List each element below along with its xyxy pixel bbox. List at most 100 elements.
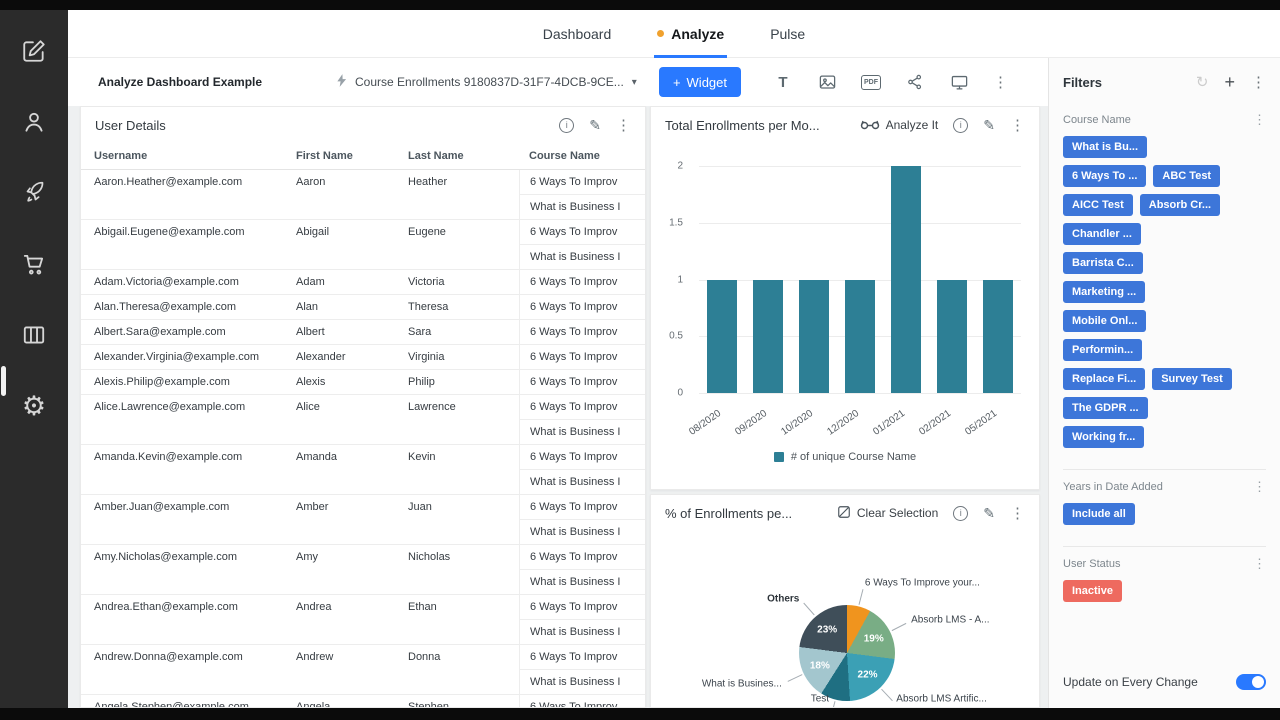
- gear-icon[interactable]: ⚙: [19, 391, 49, 421]
- course-entry: What is Business I: [520, 469, 645, 494]
- text-widget-icon[interactable]: T: [773, 72, 793, 92]
- bar[interactable]: [799, 280, 829, 394]
- bar-y-axis: 00.511.52: [651, 166, 693, 393]
- more-icon[interactable]: ⋮: [1253, 557, 1266, 570]
- tab-pulse[interactable]: Pulse: [770, 10, 805, 57]
- table-row[interactable]: Alan.Theresa@example.comAlanTheresa6 Way…: [81, 295, 645, 320]
- filter-chip[interactable]: Barrista C...: [1063, 252, 1143, 274]
- more-icon[interactable]: ⋮: [1251, 75, 1266, 90]
- image-widget-icon[interactable]: [817, 72, 837, 92]
- clear-selection-button[interactable]: Clear Selection: [837, 505, 938, 522]
- widget-title: User Details: [95, 118, 166, 133]
- compose-icon[interactable]: [19, 36, 49, 66]
- y-tick-label: 1: [651, 274, 683, 285]
- filter-chip[interactable]: The GDPR ...: [1063, 397, 1148, 419]
- table-row[interactable]: Andrea.Ethan@example.comAndreaEthan6 Way…: [81, 595, 645, 645]
- filters-header: Filters ↻ + ⋮: [1049, 58, 1280, 103]
- col-first-name[interactable]: First Name: [296, 150, 408, 162]
- filter-chip-row: The GDPR ...: [1063, 397, 1266, 419]
- bar[interactable]: [891, 166, 921, 393]
- cell-course-name: 6 Ways To Improv: [519, 320, 645, 344]
- filter-section-header: Years in Date Added⋮: [1063, 480, 1266, 493]
- filter-chip[interactable]: Survey Test: [1152, 368, 1232, 390]
- filter-chip[interactable]: Chandler ...: [1063, 223, 1141, 245]
- filter-chip[interactable]: Inactive: [1063, 580, 1122, 602]
- filter-chip[interactable]: ABC Test: [1153, 165, 1220, 187]
- update-toggle[interactable]: [1236, 674, 1266, 690]
- col-last-name[interactable]: Last Name: [408, 150, 519, 162]
- widget-header: User Details i ✎ ⋮: [81, 107, 645, 143]
- add-filter-icon[interactable]: +: [1224, 73, 1235, 91]
- dataset-selector[interactable]: Course Enrollments 9180837D-31F7-4DCB-9C…: [336, 73, 637, 91]
- filter-chip[interactable]: Absorb Cr...: [1140, 194, 1220, 216]
- add-widget-button[interactable]: + Widget: [659, 67, 741, 97]
- bar[interactable]: [707, 280, 737, 394]
- col-course-name[interactable]: Course Name: [519, 150, 645, 162]
- more-icon[interactable]: ⋮: [1010, 118, 1025, 133]
- analyze-it-button[interactable]: Analyze It: [860, 118, 939, 133]
- dashboard-toolbar: Analyze Dashboard Example Course Enrollm…: [68, 58, 1048, 106]
- filter-chip[interactable]: Replace Fi...: [1063, 368, 1145, 390]
- table-row[interactable]: Abigail.Eugene@example.comAbigailEugene6…: [81, 220, 645, 270]
- filter-chip[interactable]: 6 Ways To ...: [1063, 165, 1146, 187]
- more-icon[interactable]: ⋮: [1253, 480, 1266, 493]
- cell-username: Aaron.Heather@example.com: [81, 170, 296, 219]
- cell-course-name: 6 Ways To Improv: [519, 270, 645, 294]
- table-row[interactable]: Adam.Victoria@example.comAdamVictoria6 W…: [81, 270, 645, 295]
- bar[interactable]: [937, 280, 967, 394]
- edit-icon[interactable]: ✎: [983, 117, 995, 134]
- edit-icon[interactable]: ✎: [983, 505, 995, 522]
- filters-panel: Filters ↻ + ⋮ Course Name⋮What is Bu...6…: [1048, 58, 1280, 708]
- more-icon[interactable]: ⋮: [1253, 113, 1266, 126]
- cell-course-name: 6 Ways To ImprovWhat is Business I: [519, 595, 645, 644]
- table-row[interactable]: Amy.Nicholas@example.comAmyNicholas6 Way…: [81, 545, 645, 595]
- filter-chip[interactable]: AICC Test: [1063, 194, 1133, 216]
- share-icon[interactable]: [905, 72, 925, 92]
- filter-chip[interactable]: Mobile Onl...: [1063, 310, 1146, 332]
- filter-chip-row: Chandler ...: [1063, 223, 1266, 245]
- bar[interactable]: [845, 280, 875, 394]
- more-icon[interactable]: ⋮: [1010, 506, 1025, 521]
- filter-chip[interactable]: Marketing ...: [1063, 281, 1145, 303]
- filter-chip-row: Replace Fi... Survey Test: [1063, 368, 1266, 390]
- table-row[interactable]: Aaron.Heather@example.comAaronHeather6 W…: [81, 170, 645, 220]
- info-icon[interactable]: i: [953, 506, 968, 521]
- tab-dashboard[interactable]: Dashboard: [543, 10, 612, 57]
- bar[interactable]: [753, 280, 783, 394]
- bar-plot: [699, 166, 1021, 394]
- col-username[interactable]: Username: [81, 150, 296, 162]
- more-icon[interactable]: ⋮: [993, 75, 1008, 90]
- cell-first-name: Abigail: [296, 220, 408, 269]
- filter-chip[interactable]: What is Bu...: [1063, 136, 1147, 158]
- info-icon[interactable]: i: [559, 118, 574, 133]
- users-icon[interactable]: [19, 107, 49, 137]
- more-icon[interactable]: ⋮: [616, 118, 631, 133]
- cell-last-name: Lawrence: [408, 395, 519, 444]
- tab-analyze[interactable]: Analyze: [657, 10, 724, 57]
- table-row[interactable]: Alexis.Philip@example.comAlexisPhilip6 W…: [81, 370, 645, 395]
- bar[interactable]: [983, 280, 1013, 394]
- table-row[interactable]: Alice.Lawrence@example.comAliceLawrence6…: [81, 395, 645, 445]
- pie-chart[interactable]: [799, 605, 895, 701]
- table-row[interactable]: Amanda.Kevin@example.comAmandaKevin6 Way…: [81, 445, 645, 495]
- filter-chip[interactable]: Performin...: [1063, 339, 1142, 361]
- table-row[interactable]: Andrew.Donna@example.comAndrewDonna6 Way…: [81, 645, 645, 695]
- pdf-export-icon[interactable]: PDF: [861, 72, 881, 92]
- info-icon[interactable]: i: [953, 118, 968, 133]
- table-row[interactable]: Albert.Sara@example.comAlbertSara6 Ways …: [81, 320, 645, 345]
- cart-icon[interactable]: [19, 249, 49, 279]
- course-entry: What is Business I: [520, 244, 645, 269]
- cell-last-name: Eugene: [408, 220, 519, 269]
- edit-icon[interactable]: ✎: [589, 117, 601, 134]
- table-columns-icon[interactable]: [19, 320, 49, 350]
- filter-chip[interactable]: Working fr...: [1063, 426, 1144, 448]
- display-icon[interactable]: [949, 72, 969, 92]
- filter-chip[interactable]: Include all: [1063, 503, 1135, 525]
- table-row[interactable]: Alexander.Virginia@example.comAlexanderV…: [81, 345, 645, 370]
- cell-last-name: Nicholas: [408, 545, 519, 594]
- table-row[interactable]: Angela.Stephen@example.comAngelaStephen6…: [81, 695, 645, 708]
- table-row[interactable]: Amber.Juan@example.comAmberJuan6 Ways To…: [81, 495, 645, 545]
- rocket-icon[interactable]: [19, 178, 49, 208]
- refresh-icon[interactable]: ↻: [1196, 73, 1209, 91]
- scrollbar-thumb[interactable]: [1, 366, 6, 396]
